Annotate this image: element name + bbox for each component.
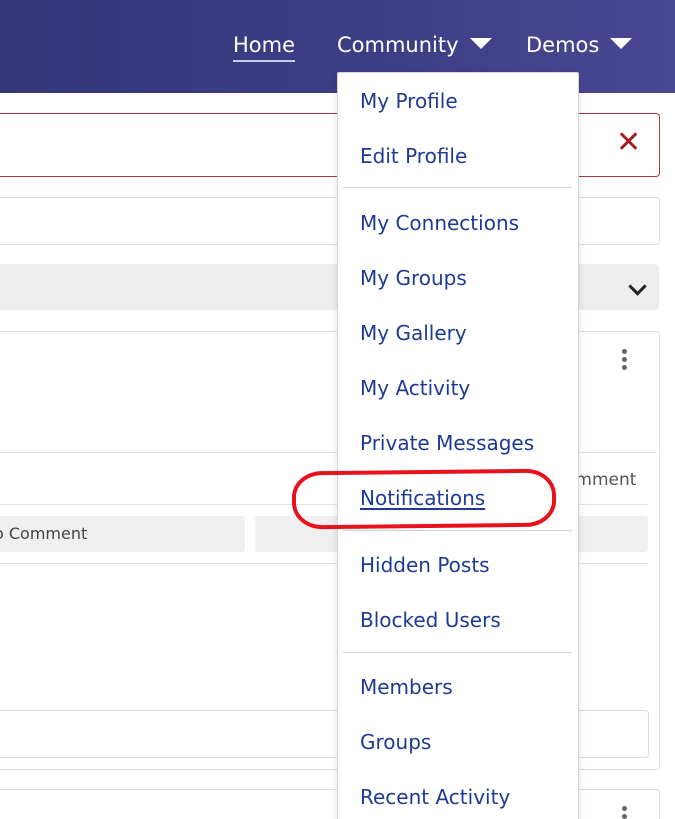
nav-demos-label: Demos (526, 33, 600, 57)
menu-divider (343, 652, 572, 653)
nav-community-label: Community (337, 33, 459, 57)
caret-down-icon (610, 37, 633, 49)
menu-item-my-profile[interactable]: My Profile (360, 88, 458, 114)
menu-item-my-connections[interactable]: My Connections (360, 210, 519, 236)
comment-button-label: o Comment (0, 524, 88, 543)
nav-home-label: Home (233, 33, 296, 57)
nav-home-underline (233, 60, 296, 62)
kebab-menu-icon[interactable] (622, 349, 628, 373)
menu-item-recent-activity[interactable]: Recent Activity (360, 784, 510, 810)
menu-item-members[interactable]: Members (360, 674, 453, 700)
menu-divider (343, 530, 572, 531)
menu-item-blocked-users[interactable]: Blocked Users (360, 607, 501, 633)
menu-item-notifications[interactable]: Notifications (360, 485, 485, 511)
community-dropdown-menu: My Profile Edit Profile My Connections M… (337, 72, 579, 819)
menu-item-edit-profile[interactable]: Edit Profile (360, 143, 467, 169)
page: Home Community Demos ✕ omment o Comment … (0, 0, 675, 819)
nav-home-link[interactable]: Home (233, 31, 296, 62)
menu-item-hidden-posts[interactable]: Hidden Posts (360, 552, 490, 578)
close-icon[interactable]: ✕ (616, 128, 641, 158)
kebab-menu-icon[interactable] (622, 806, 628, 819)
menu-item-my-activity[interactable]: My Activity (360, 375, 470, 401)
menu-item-private-messages[interactable]: Private Messages (360, 430, 534, 456)
menu-item-my-gallery[interactable]: My Gallery (360, 320, 467, 346)
menu-divider (343, 187, 572, 188)
nav-demos-toggle[interactable]: Demos (526, 31, 633, 59)
menu-item-groups[interactable]: Groups (360, 729, 431, 755)
menu-item-my-groups[interactable]: My Groups (360, 265, 467, 291)
nav-community-toggle[interactable]: Community (337, 31, 492, 59)
caret-down-icon (469, 37, 492, 49)
